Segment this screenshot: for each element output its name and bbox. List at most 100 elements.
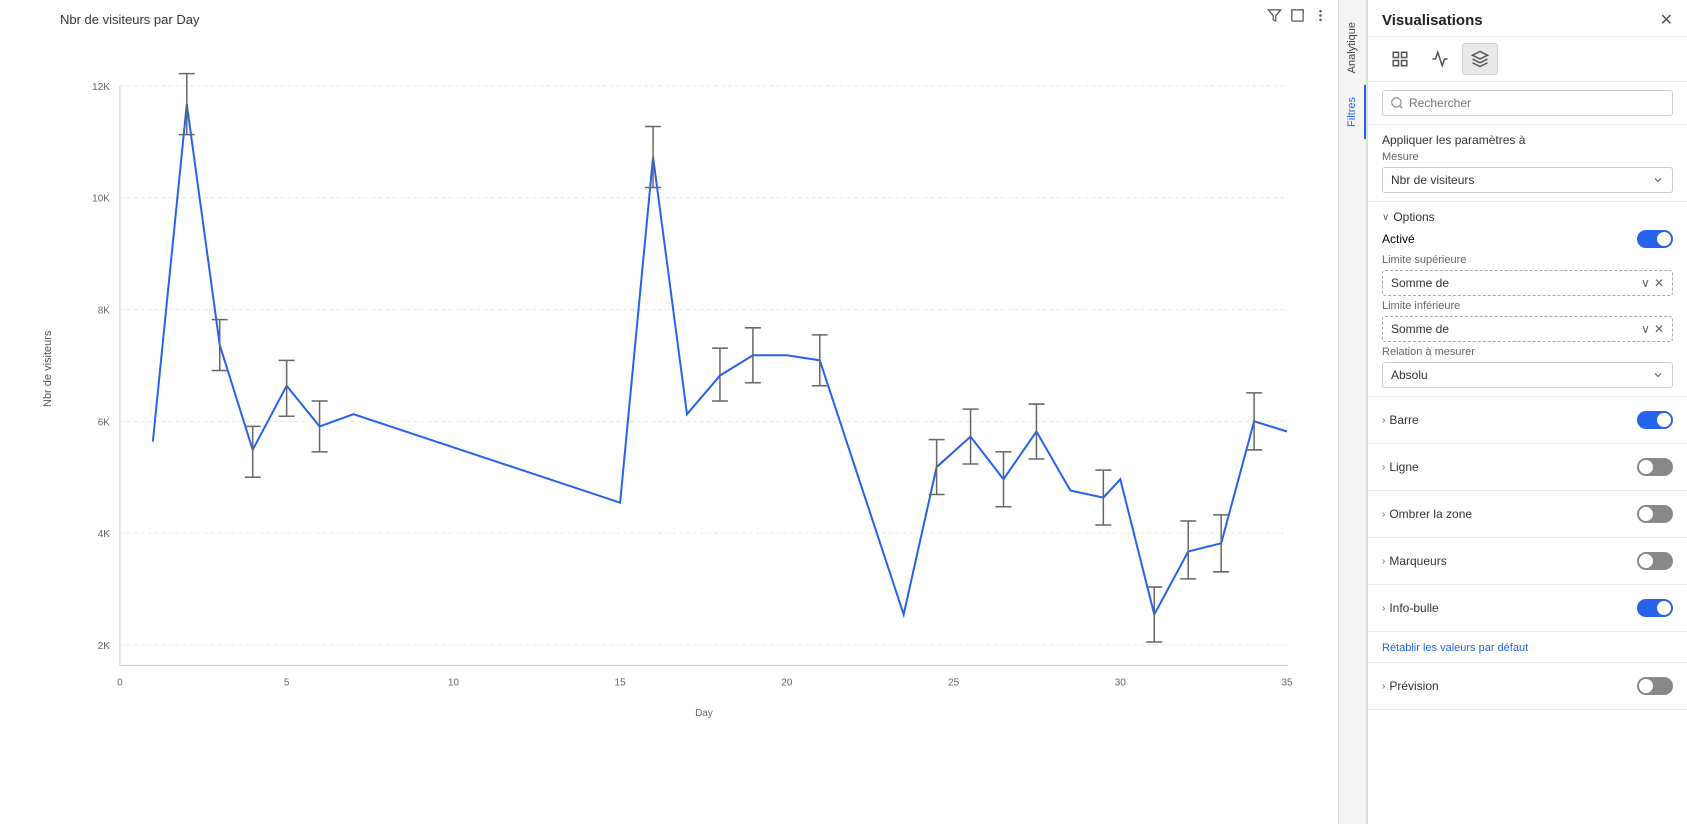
- ombrer-section: › Ombrer la zone: [1368, 491, 1687, 538]
- prevision-text: Prévision: [1389, 679, 1438, 693]
- ligne-expand-row[interactable]: › Ligne: [1382, 452, 1673, 482]
- ombrer-text: Ombrer la zone: [1389, 507, 1472, 521]
- barre-expand-row[interactable]: › Barre: [1382, 405, 1673, 435]
- panel-title: Visualisations: [1382, 12, 1483, 29]
- measure-label: Mesure: [1382, 151, 1673, 163]
- ligne-label: › Ligne: [1382, 460, 1419, 474]
- ombrer-label: › Ombrer la zone: [1382, 507, 1472, 521]
- relation-label: Relation à mesurer: [1382, 346, 1673, 358]
- panel-header: Visualisations ✕: [1368, 0, 1687, 37]
- active-toggle[interactable]: [1637, 230, 1673, 248]
- prevision-toggle[interactable]: [1637, 677, 1673, 695]
- sidebar-tab-analytique[interactable]: Analytique: [1340, 10, 1366, 85]
- field-tab-button[interactable]: [1422, 43, 1458, 75]
- search-row: [1368, 82, 1687, 125]
- limite-inf-actions: ∨ ✕: [1641, 322, 1664, 336]
- marqueurs-label: › Marqueurs: [1382, 554, 1447, 568]
- line-chart-svg: 12K 10K 8K 6K 4K 2K 0 5 10 15 20 25 30 3…: [60, 35, 1318, 767]
- prevision-expand-row[interactable]: › Prévision: [1382, 671, 1673, 701]
- panel-icon-row: [1368, 37, 1687, 82]
- ombrer-expand-row[interactable]: › Ombrer la zone: [1382, 499, 1673, 529]
- chevron-down-icon-inf[interactable]: ∨: [1641, 322, 1650, 336]
- prevision-section: › Prévision: [1368, 663, 1687, 710]
- barre-label: › Barre: [1382, 413, 1419, 427]
- svg-text:5: 5: [284, 678, 290, 689]
- svg-text:12K: 12K: [92, 82, 110, 93]
- options-chevron: ∨: [1382, 212, 1389, 223]
- barre-toggle[interactable]: [1637, 411, 1673, 429]
- prevision-chevron: ›: [1382, 681, 1385, 692]
- info-bulle-toggle[interactable]: [1637, 599, 1673, 617]
- svg-text:0: 0: [117, 678, 123, 689]
- info-bulle-chevron: ›: [1382, 603, 1385, 614]
- active-label: Activé: [1382, 232, 1415, 246]
- ombrer-chevron: ›: [1382, 509, 1385, 520]
- chevron-down-icon[interactable]: ∨: [1641, 276, 1650, 290]
- chart-container: Nbr de visiteurs 12K 10K 8K 6K 4K 2K 0 5…: [60, 35, 1318, 767]
- limite-inf-label: Limite inférieure: [1382, 300, 1673, 312]
- sidebar-tab-filtres[interactable]: Filtres: [1340, 85, 1366, 139]
- svg-text:30: 30: [1115, 678, 1126, 689]
- svg-text:25: 25: [948, 678, 959, 689]
- right-panel: Visualisations ✕ Appliquer les paramètre…: [1367, 0, 1687, 824]
- svg-text:4K: 4K: [98, 529, 110, 540]
- barre-chevron: ›: [1382, 415, 1385, 426]
- chart-toolbar[interactable]: [1267, 8, 1328, 26]
- marqueurs-toggle[interactable]: [1637, 552, 1673, 570]
- prevision-label: › Prévision: [1382, 679, 1439, 693]
- ligne-text: Ligne: [1389, 460, 1418, 474]
- apply-params-section: Appliquer les paramètres à Mesure Nbr de…: [1368, 125, 1687, 202]
- ligne-section: › Ligne: [1368, 444, 1687, 491]
- info-bulle-section: › Info-bulle: [1368, 585, 1687, 632]
- relation-dropdown[interactable]: Absolu: [1382, 362, 1673, 388]
- svg-text:15: 15: [615, 678, 626, 689]
- ligne-toggle[interactable]: [1637, 458, 1673, 476]
- svg-text:8K: 8K: [98, 305, 110, 316]
- info-bulle-text: Info-bulle: [1389, 601, 1438, 615]
- y-axis-label: Nbr de visiteurs: [42, 331, 54, 407]
- reset-link[interactable]: Rétablir les valeurs par défaut: [1382, 642, 1528, 654]
- options-label: Options: [1393, 210, 1434, 224]
- limite-inf-dropdown[interactable]: Somme de ∨ ✕: [1382, 316, 1673, 342]
- svg-text:2K: 2K: [98, 641, 110, 652]
- svg-text:10K: 10K: [92, 194, 110, 205]
- info-bulle-label: › Info-bulle: [1382, 601, 1439, 615]
- search-input[interactable]: [1382, 90, 1673, 116]
- marqueurs-chevron: ›: [1382, 556, 1385, 567]
- barre-text: Barre: [1389, 413, 1418, 427]
- limite-inf-value: Somme de: [1391, 322, 1449, 336]
- active-row: Activé: [1382, 230, 1673, 248]
- expand-icon[interactable]: [1290, 8, 1305, 26]
- more-icon[interactable]: [1313, 8, 1328, 26]
- svg-text:10: 10: [448, 678, 459, 689]
- marqueurs-section: › Marqueurs: [1368, 538, 1687, 585]
- svg-text:35: 35: [1281, 678, 1292, 689]
- limite-sup-label: Limite supérieure: [1382, 254, 1673, 266]
- svg-text:Day: Day: [695, 708, 714, 719]
- marqueurs-expand-row[interactable]: › Marqueurs: [1382, 546, 1673, 576]
- options-section: ∨ Options Activé Limite supérieure Somme…: [1368, 202, 1687, 397]
- sidebar-tabs: Analytique Filtres: [1339, 0, 1367, 824]
- ligne-chevron: ›: [1382, 462, 1385, 473]
- limite-sup-dropdown[interactable]: Somme de ∨ ✕: [1382, 270, 1673, 296]
- ombrer-toggle[interactable]: [1637, 505, 1673, 523]
- svg-text:6K: 6K: [98, 417, 110, 428]
- svg-text:20: 20: [781, 678, 792, 689]
- options-header: ∨ Options: [1382, 210, 1673, 224]
- format-tab-button[interactable]: [1462, 43, 1498, 75]
- panel-close-button[interactable]: ✕: [1660, 10, 1673, 30]
- reset-section: Rétablir les valeurs par défaut: [1368, 632, 1687, 663]
- measure-dropdown[interactable]: Nbr de visiteurs: [1382, 167, 1673, 193]
- close-icon-inf[interactable]: ✕: [1654, 322, 1664, 336]
- limite-sup-value: Somme de: [1391, 276, 1449, 290]
- apply-params-text: Appliquer les paramètres à: [1382, 133, 1673, 147]
- info-bulle-expand-row[interactable]: › Info-bulle: [1382, 593, 1673, 623]
- filter-icon[interactable]: [1267, 8, 1282, 26]
- limite-sup-actions: ∨ ✕: [1641, 276, 1664, 290]
- options-expand-label[interactable]: ∨ Options: [1382, 210, 1435, 224]
- barre-section: › Barre: [1368, 397, 1687, 444]
- chart-title: Nbr de visiteurs par Day: [60, 12, 1318, 27]
- analytics-tab-button[interactable]: [1382, 43, 1418, 75]
- close-icon-sup[interactable]: ✕: [1654, 276, 1664, 290]
- chart-area: Nbr de visiteurs par Day Nbr de visiteur…: [0, 0, 1339, 824]
